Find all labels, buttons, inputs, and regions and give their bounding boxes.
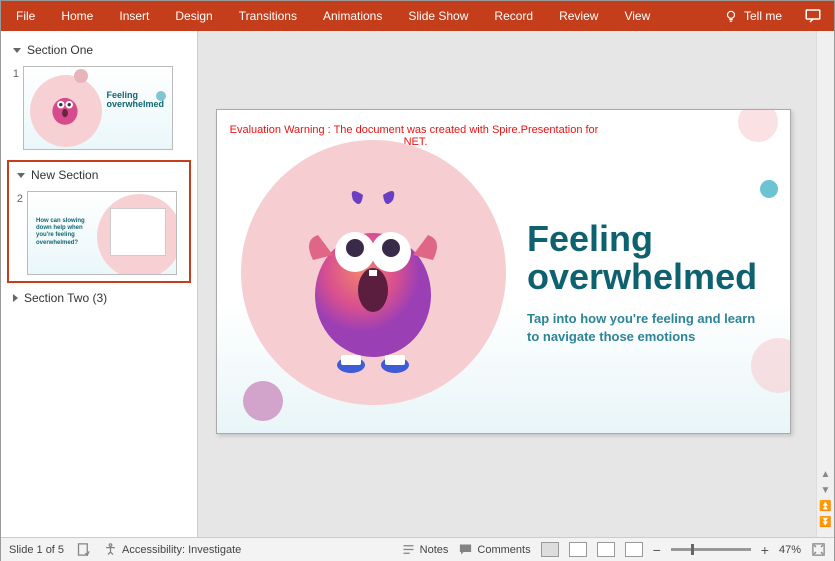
tab-file[interactable]: File <box>3 1 48 31</box>
tab-animations[interactable]: Animations <box>310 1 395 31</box>
decor-circle <box>738 109 778 142</box>
section-label: New Section <box>31 168 98 182</box>
accessibility-label: Accessibility: Investigate <box>122 544 241 556</box>
monster-character <box>293 180 453 375</box>
slide-number: 1 <box>7 66 19 80</box>
chevron-down-icon <box>17 173 25 178</box>
tab-insert[interactable]: Insert <box>106 1 162 31</box>
tab-record[interactable]: Record <box>481 1 546 31</box>
scroll-down-icon[interactable]: ▼ <box>819 485 833 497</box>
thumbnail: How can slowing down help when you're fe… <box>27 191 177 275</box>
evaluation-warning: Evaluation Warning : The document was cr… <box>229 124 599 148</box>
lightbulb-icon <box>724 9 738 23</box>
tell-me-label: Tell me <box>744 9 782 23</box>
decor-circle <box>243 381 283 421</box>
zoom-percent[interactable]: 47% <box>779 544 801 556</box>
reading-view-button[interactable] <box>597 542 615 557</box>
tab-design[interactable]: Design <box>162 1 225 31</box>
status-bar: Slide 1 of 5 Accessibility: Investigate … <box>1 537 834 561</box>
decor-circle <box>760 180 778 198</box>
tab-view[interactable]: View <box>611 1 663 31</box>
next-slide-icon[interactable]: ⏬ <box>819 517 833 529</box>
slide-panel: Section One 1 Feeling overwhelmed New Se… <box>1 31 198 537</box>
chevron-right-icon <box>13 294 18 302</box>
slide-counter[interactable]: Slide 1 of 5 <box>9 544 64 556</box>
zoom-out-button[interactable]: − <box>653 542 661 558</box>
comment-pane-icon[interactable] <box>804 7 822 25</box>
decor-circle <box>751 338 791 393</box>
accessibility-icon <box>103 542 118 557</box>
section-header-new[interactable]: New Section <box>9 162 189 188</box>
fit-window-icon[interactable] <box>811 542 826 557</box>
comments-button[interactable]: Comments <box>458 542 530 557</box>
slide-thumbnail-2[interactable]: 2 How can slowing down help when you're … <box>9 188 189 275</box>
main-area: Section One 1 Feeling overwhelmed New Se… <box>1 31 834 537</box>
thumb-title: Feeling overwhelmed <box>106 91 164 109</box>
accessibility-button[interactable]: Accessibility: Investigate <box>103 542 241 557</box>
zoom-in-button[interactable]: + <box>761 542 769 558</box>
new-section-selected: New Section 2 How can slowing down help … <box>7 160 191 283</box>
tab-transitions[interactable]: Transitions <box>226 1 310 31</box>
tell-me-search[interactable]: Tell me <box>712 9 794 23</box>
normal-view-button[interactable] <box>541 542 559 557</box>
comments-icon <box>458 542 473 557</box>
zoom-handle[interactable] <box>691 544 694 555</box>
section-header-one[interactable]: Section One <box>1 37 197 63</box>
section-label: Section Two (3) <box>24 291 107 305</box>
vertical-scrollbar[interactable]: ▲ ▼ ⏫ ⏬ <box>816 31 834 537</box>
comments-label: Comments <box>477 544 530 556</box>
tab-slideshow[interactable]: Slide Show <box>395 1 481 31</box>
section-label: Section One <box>27 43 93 57</box>
slide-canvas[interactable]: Evaluation Warning : The document was cr… <box>216 109 791 434</box>
notes-label: Notes <box>420 544 449 556</box>
scroll-up-icon[interactable]: ▲ <box>819 469 833 481</box>
spellcheck-button[interactable] <box>76 542 91 557</box>
slide-editor: Evaluation Warning : The document was cr… <box>198 31 834 537</box>
slideshow-view-button[interactable] <box>625 542 643 557</box>
notes-button[interactable]: Notes <box>401 542 449 557</box>
thumbnail: Feeling overwhelmed <box>23 66 173 150</box>
slide-thumbnail-1[interactable]: 1 Feeling overwhelmed <box>1 63 197 158</box>
slide-subtitle[interactable]: Tap into how you're feeling and learn to… <box>527 310 767 345</box>
monster-icon <box>44 87 86 129</box>
ribbon: File Home Insert Design Transitions Anim… <box>1 1 834 31</box>
tab-home[interactable]: Home <box>48 1 106 31</box>
spellcheck-icon <box>76 542 91 557</box>
section-header-two[interactable]: Section Two (3) <box>1 285 197 311</box>
prev-slide-icon[interactable]: ⏫ <box>819 501 833 513</box>
slide-number: 2 <box>11 191 23 205</box>
zoom-slider[interactable] <box>671 548 751 551</box>
notes-icon <box>401 542 416 557</box>
sorter-view-button[interactable] <box>569 542 587 557</box>
tab-review[interactable]: Review <box>546 1 611 31</box>
thumb-text: How can slowing down help when you're fe… <box>36 218 96 247</box>
slide-title[interactable]: Feeling overwhelmed <box>527 220 790 296</box>
chevron-down-icon <box>13 48 21 53</box>
